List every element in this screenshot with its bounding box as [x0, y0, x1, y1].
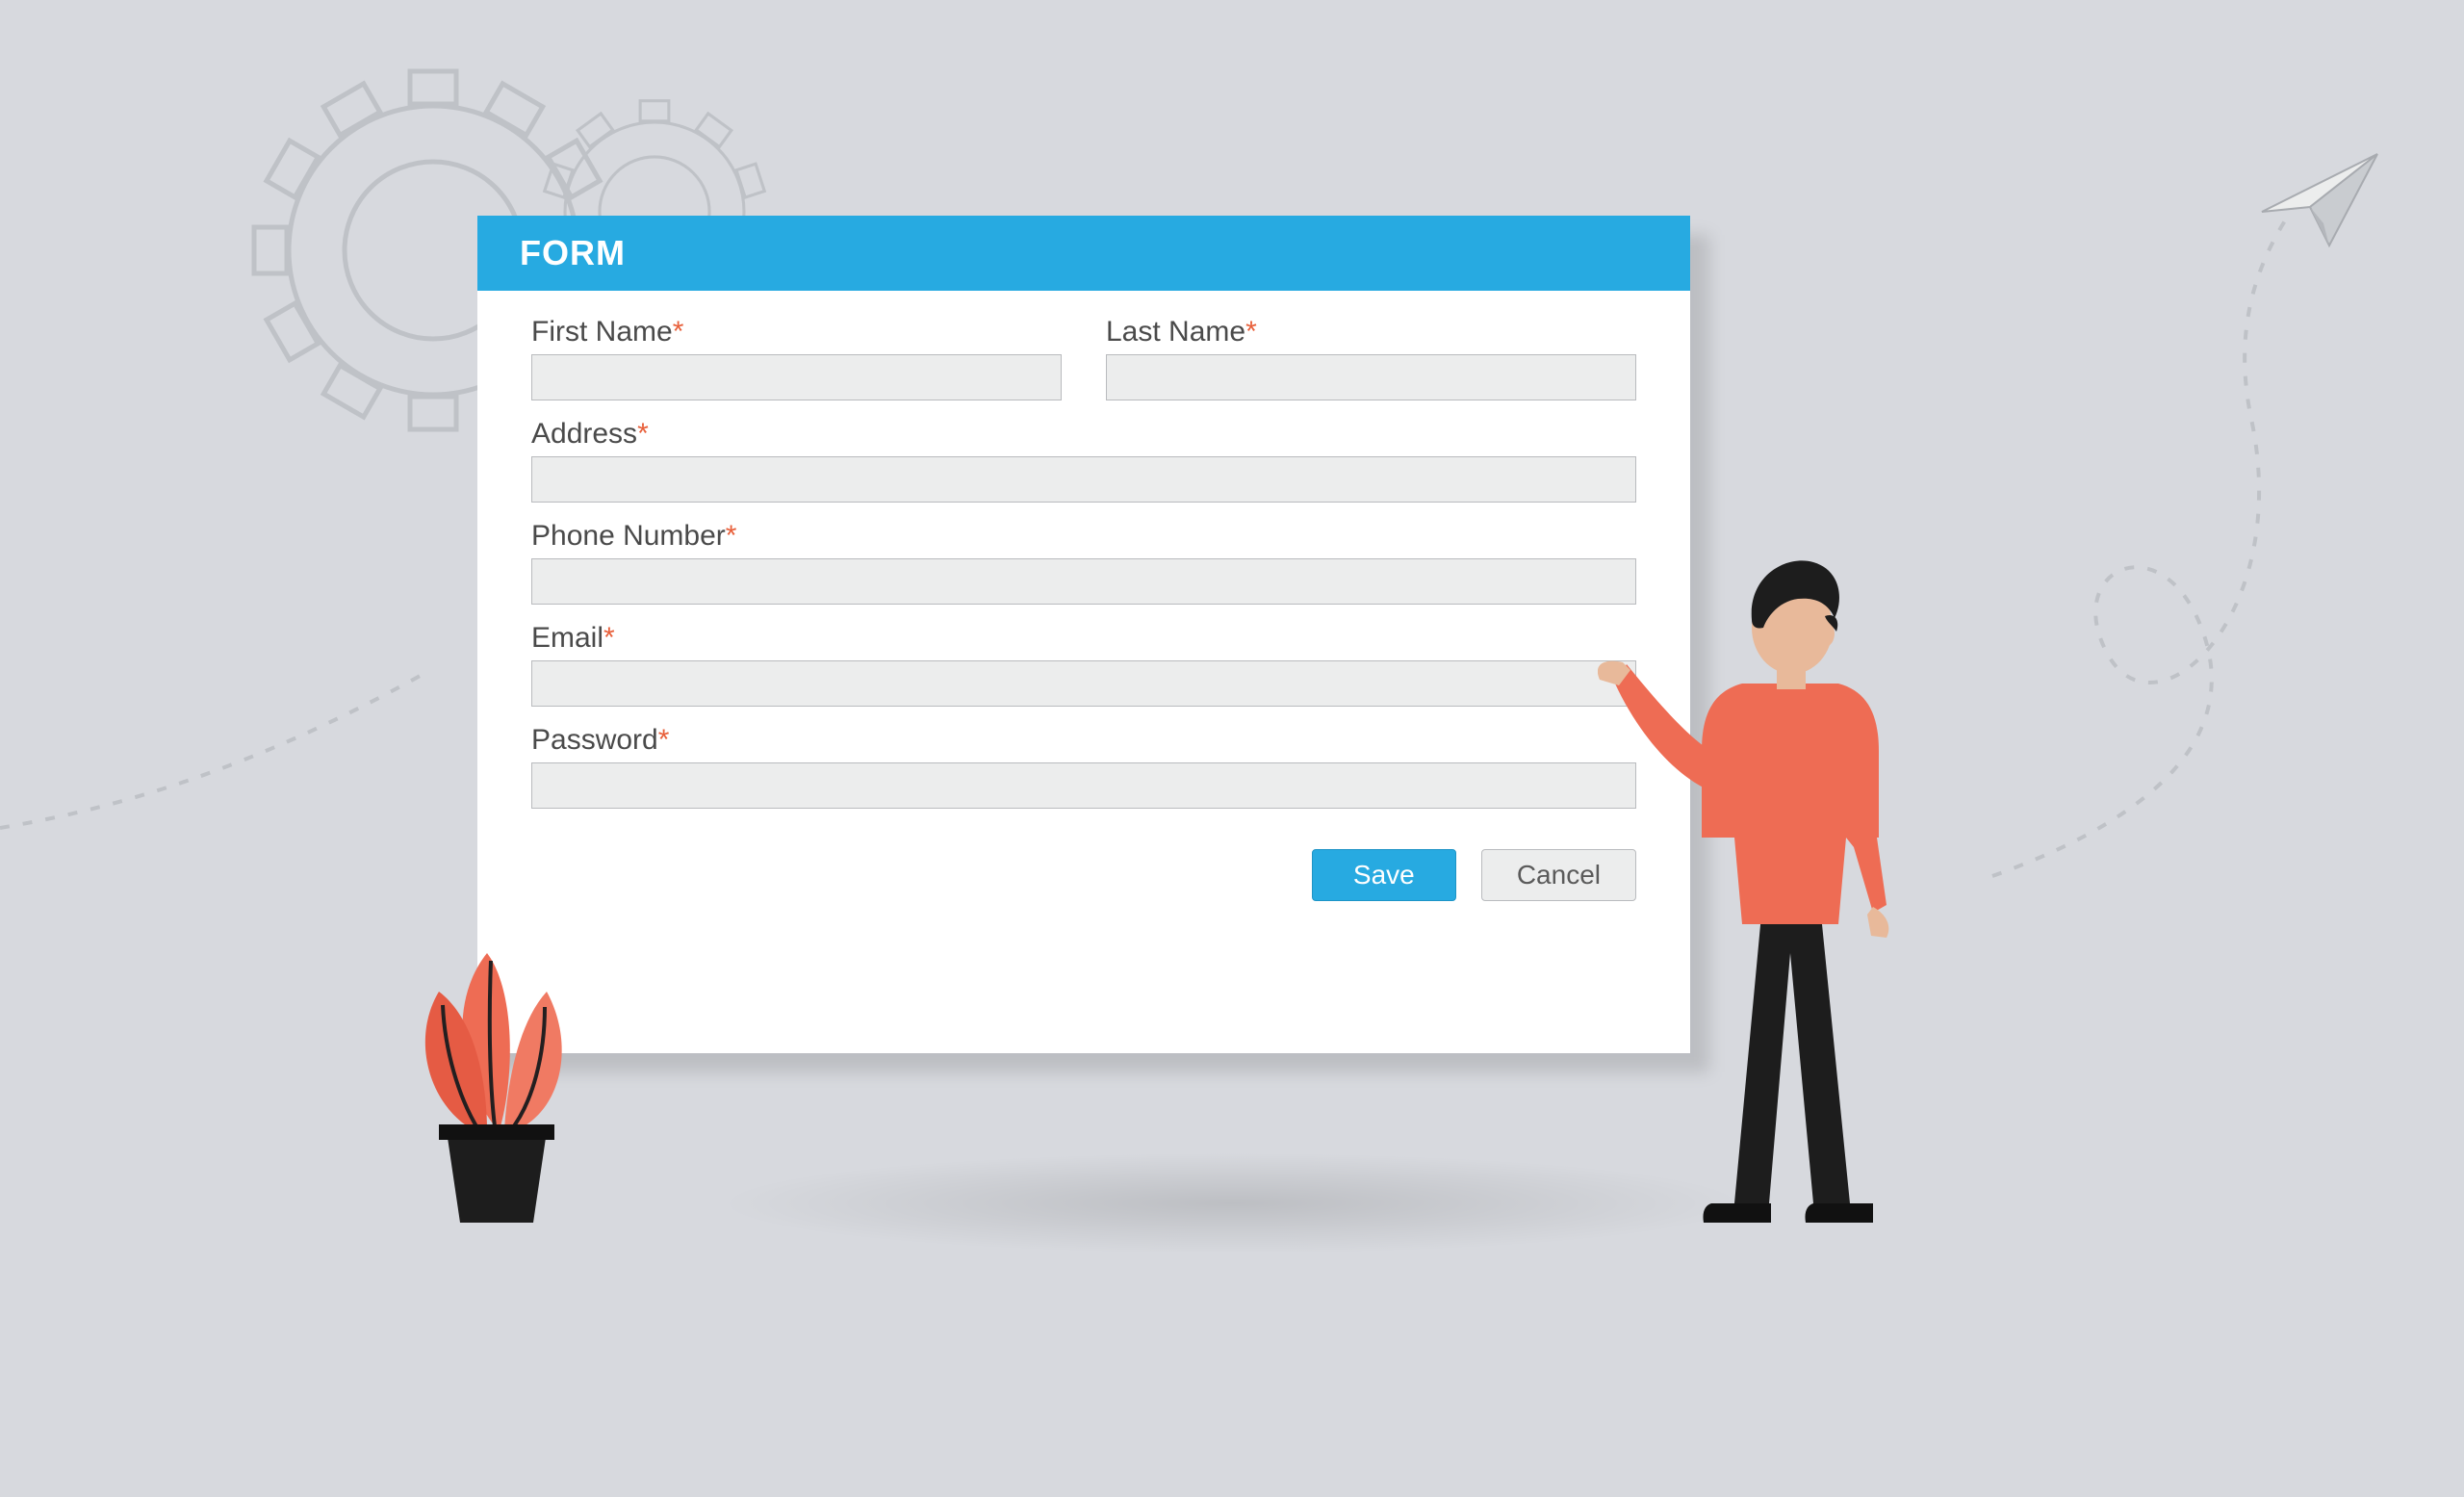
required-mark: *	[603, 622, 615, 654]
cancel-button[interactable]: Cancel	[1481, 849, 1636, 901]
required-mark: *	[726, 520, 737, 552]
last-name-input[interactable]	[1106, 354, 1636, 400]
field-last-name: Last Name*	[1106, 316, 1636, 400]
email-label: Email*	[531, 622, 1636, 655]
form-body: First Name* Last Name* Address*	[477, 291, 1690, 930]
field-password: Password*	[531, 724, 1636, 809]
password-input[interactable]	[531, 762, 1636, 809]
form-header: FORM	[477, 216, 1690, 291]
form-title: FORM	[520, 233, 626, 273]
field-email: Email*	[531, 622, 1636, 707]
address-input[interactable]	[531, 456, 1636, 503]
field-first-name: First Name*	[531, 316, 1062, 400]
phone-number-input[interactable]	[531, 558, 1636, 605]
required-mark: *	[673, 316, 684, 348]
field-address: Address*	[531, 418, 1636, 503]
phone-label: Phone Number*	[531, 520, 1636, 553]
first-name-input[interactable]	[531, 354, 1062, 400]
first-name-label: First Name*	[531, 316, 1062, 348]
last-name-label-text: Last Name	[1106, 316, 1245, 348]
field-phone: Phone Number*	[531, 520, 1636, 605]
phone-label-text: Phone Number	[531, 520, 726, 552]
form-actions: Save Cancel	[531, 849, 1636, 901]
paper-plane-decoration	[1838, 135, 2416, 886]
email-input[interactable]	[531, 660, 1636, 707]
password-label: Password*	[531, 724, 1636, 757]
address-label: Address*	[531, 418, 1636, 451]
first-name-label-text: First Name	[531, 316, 673, 348]
save-button[interactable]: Save	[1312, 849, 1456, 901]
form-card: FORM First Name* Last Name* Address*	[477, 216, 1690, 1053]
address-label-text: Address	[531, 418, 637, 450]
required-mark: *	[658, 724, 670, 756]
required-mark: *	[1245, 316, 1257, 348]
password-label-text: Password	[531, 724, 658, 756]
last-name-label: Last Name*	[1106, 316, 1636, 348]
left-dash-decoration	[0, 655, 424, 847]
email-label-text: Email	[531, 622, 603, 654]
floor-shadow-decoration	[500, 1126, 1964, 1280]
required-mark: *	[637, 418, 649, 450]
